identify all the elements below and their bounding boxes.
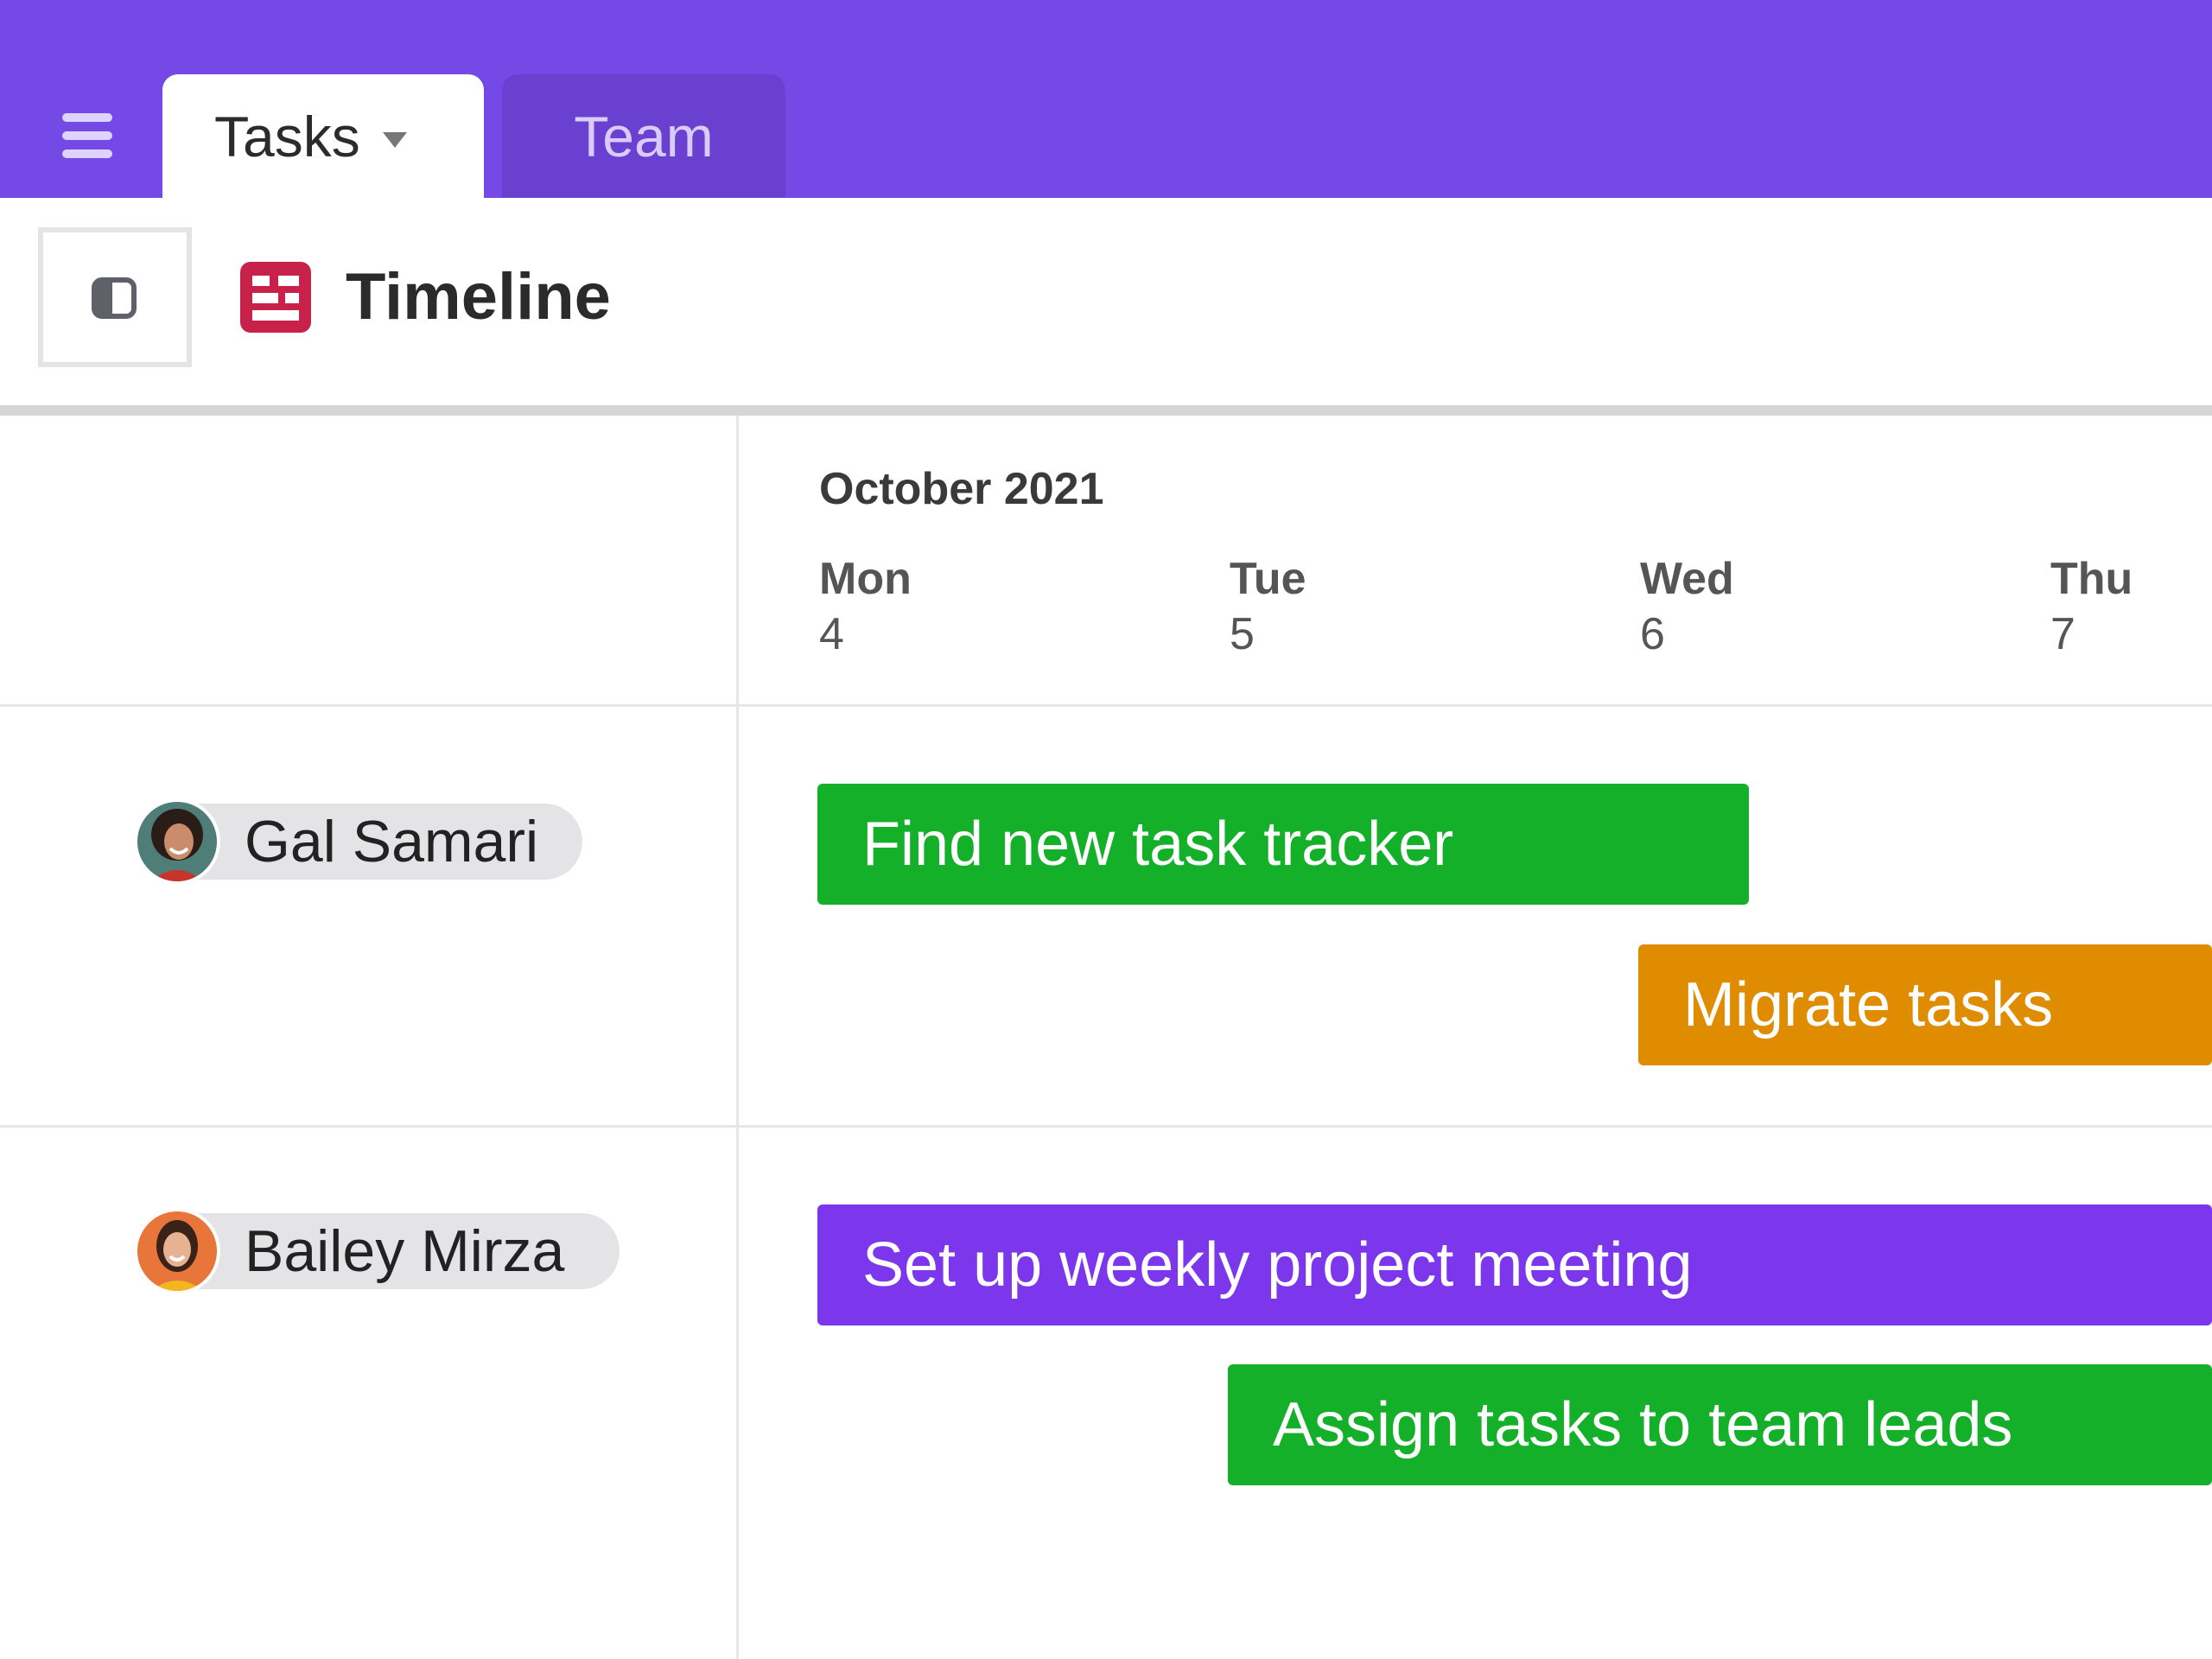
header-divider	[0, 405, 2212, 416]
day-header-thu: Thu 7	[2050, 551, 2212, 662]
tab-team[interactable]: Team	[502, 74, 785, 198]
person-name: Bailey Mirza	[245, 1218, 565, 1284]
timeline-icon	[240, 262, 311, 333]
caret-down-icon[interactable]	[382, 131, 407, 148]
tab-team-label: Team	[574, 104, 714, 168]
tab-tasks-label: Tasks	[214, 104, 360, 168]
sidebar-toggle-button[interactable]	[38, 227, 192, 367]
day-number: 4	[819, 609, 844, 659]
row-divider	[0, 1125, 2212, 1128]
page-title: Timeline	[346, 260, 611, 334]
day-name: Thu	[2050, 554, 2133, 604]
day-number: 5	[1230, 609, 1255, 659]
task-bar-migrate-tasks[interactable]: Migrate tasks	[1638, 944, 2212, 1065]
sidebar-toggle-icon	[92, 277, 137, 319]
task-label: Assign tasks to team leads	[1273, 1390, 2013, 1459]
task-label: Find new task tracker	[862, 810, 1454, 879]
person-chip-gal-samari[interactable]: Gal Samari	[134, 798, 582, 885]
task-bar-assign-tasks-to-team-leads[interactable]: Assign tasks to team leads	[1228, 1364, 2212, 1485]
day-number: 6	[1640, 609, 1665, 659]
top-bar: Tasks Team	[0, 0, 2212, 198]
timeline-page: Tasks Team Timeline October 2021 Mon 4 T…	[0, 0, 2212, 1659]
day-header-wed: Wed 6	[1640, 551, 1899, 662]
day-number: 7	[2050, 609, 2075, 659]
task-label: Migrate tasks	[1683, 970, 2054, 1039]
row-divider	[0, 704, 2212, 707]
task-bar-find-new-task-tracker[interactable]: Find new task tracker	[817, 784, 1749, 905]
day-header-mon: Mon 4	[819, 551, 1078, 662]
day-name: Tue	[1230, 554, 1306, 604]
tab-tasks[interactable]: Tasks	[162, 74, 484, 198]
task-bar-set-up-weekly-project-meeting[interactable]: Set up weekly project meeting	[817, 1205, 2212, 1325]
person-name: Gal Samari	[245, 809, 539, 874]
column-divider	[736, 416, 739, 1659]
avatar	[134, 798, 220, 885]
hamburger-menu-icon[interactable]	[62, 113, 112, 158]
day-name: Wed	[1640, 554, 1734, 604]
month-label: October 2021	[819, 464, 1104, 514]
task-label: Set up weekly project meeting	[862, 1230, 1693, 1300]
avatar	[134, 1208, 220, 1294]
person-chip-bailey-mirza[interactable]: Bailey Mirza	[134, 1208, 620, 1294]
day-header-tue: Tue 5	[1230, 551, 1489, 662]
day-name: Mon	[819, 554, 912, 604]
